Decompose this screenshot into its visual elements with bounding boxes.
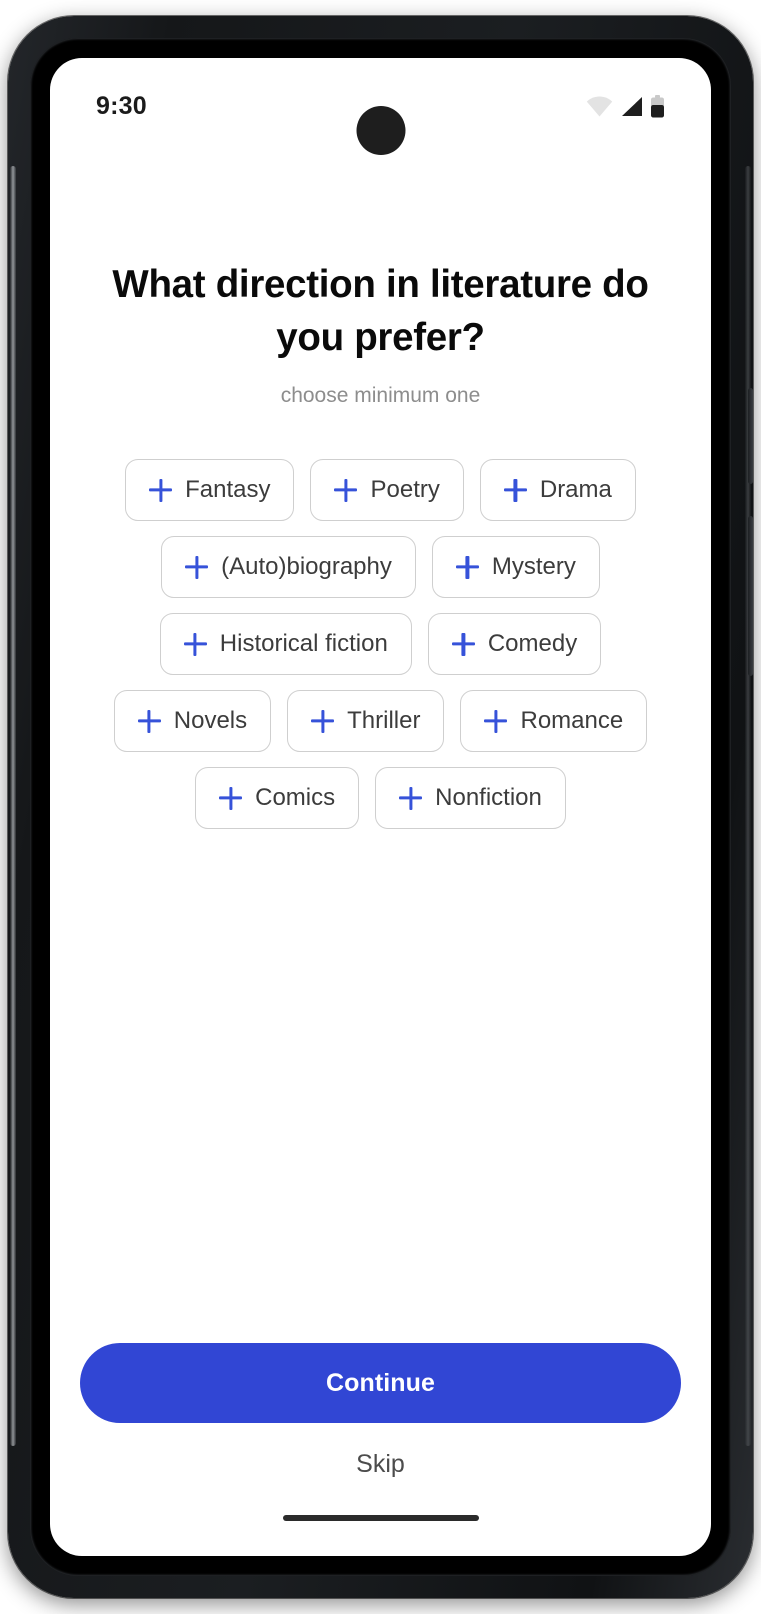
chip-label: Comedy bbox=[487, 630, 578, 657]
plus-icon bbox=[452, 633, 475, 656]
plus-icon bbox=[185, 556, 208, 579]
page-subtitle: choose minimum one bbox=[280, 384, 481, 407]
plus-icon bbox=[334, 479, 357, 502]
gesture-nav-bar bbox=[80, 1480, 681, 1556]
chip-label: Drama bbox=[539, 476, 612, 503]
chip-label: Mystery bbox=[491, 553, 576, 580]
genre-chip-historical-fiction[interactable]: Historical fiction bbox=[159, 613, 412, 675]
screen-footer: Continue Skip bbox=[50, 1343, 711, 1556]
plus-icon bbox=[504, 479, 527, 502]
plus-icon bbox=[484, 710, 507, 733]
genre-chip-drama[interactable]: Drama bbox=[479, 459, 636, 521]
plus-icon bbox=[184, 633, 207, 656]
wifi-icon bbox=[586, 96, 613, 117]
chip-label: Novels bbox=[173, 707, 248, 734]
genre-chip-romance[interactable]: Romance bbox=[460, 690, 648, 752]
volume-button[interactable] bbox=[748, 516, 753, 676]
chip-label: Nonfiction bbox=[435, 784, 542, 811]
genre-chip-comics[interactable]: Comics bbox=[195, 767, 360, 829]
plus-icon bbox=[138, 710, 161, 733]
phone-frame: 9:30 What direction in literature do you… bbox=[8, 16, 753, 1598]
phone-screen: 9:30 What direction in literature do you… bbox=[50, 58, 711, 1556]
genre-chip-group: Fantasy Poetry Drama (Auto)biography Mys… bbox=[80, 459, 681, 829]
power-button[interactable] bbox=[748, 388, 753, 484]
chip-row: Historical fiction Comedy bbox=[80, 613, 681, 675]
status-bar-icons bbox=[586, 94, 665, 118]
status-bar: 9:30 bbox=[50, 58, 711, 155]
page-title: What direction in literature do you pref… bbox=[112, 263, 649, 359]
chip-label: Historical fiction bbox=[219, 630, 388, 657]
genre-chip-comedy[interactable]: Comedy bbox=[427, 613, 602, 675]
genre-chip-nonfiction[interactable]: Nonfiction bbox=[375, 767, 566, 829]
plus-icon bbox=[456, 556, 479, 579]
plus-icon bbox=[399, 787, 422, 810]
continue-button[interactable]: Continue bbox=[80, 1343, 681, 1423]
battery-icon bbox=[650, 94, 665, 118]
chip-row: Fantasy Poetry Drama bbox=[80, 459, 681, 521]
chip-row: Novels Thriller Romance bbox=[80, 690, 681, 752]
plus-icon bbox=[149, 479, 172, 502]
chip-row: Comics Nonfiction bbox=[80, 767, 681, 829]
genre-chip-thriller[interactable]: Thriller bbox=[287, 690, 445, 752]
status-bar-clock: 9:30 bbox=[96, 91, 147, 120]
chip-label: Thriller bbox=[347, 707, 421, 734]
chip-label: Fantasy bbox=[185, 476, 271, 503]
plus-icon bbox=[311, 710, 334, 733]
plus-icon bbox=[219, 787, 242, 810]
chip-label: Romance bbox=[520, 707, 624, 734]
chip-label: Poetry bbox=[370, 476, 440, 503]
chip-label: (Auto)biography bbox=[221, 553, 392, 580]
onboarding-content: What direction in literature do you pref… bbox=[50, 258, 711, 829]
home-indicator[interactable] bbox=[282, 1515, 479, 1521]
genre-chip-fantasy[interactable]: Fantasy bbox=[125, 459, 295, 521]
genre-chip-autobiography[interactable]: (Auto)biography bbox=[161, 536, 416, 598]
genre-chip-novels[interactable]: Novels bbox=[113, 690, 272, 752]
cellular-signal-icon bbox=[620, 96, 643, 117]
skip-button[interactable]: Skip bbox=[80, 1449, 681, 1480]
chip-label: Comics bbox=[255, 784, 336, 811]
genre-chip-poetry[interactable]: Poetry bbox=[310, 459, 464, 521]
front-camera-punch-hole bbox=[356, 106, 405, 155]
chip-row: (Auto)biography Mystery bbox=[80, 536, 681, 598]
phone-right-rail bbox=[745, 166, 751, 1446]
phone-left-rail bbox=[10, 166, 16, 1446]
genre-chip-mystery[interactable]: Mystery bbox=[431, 536, 600, 598]
